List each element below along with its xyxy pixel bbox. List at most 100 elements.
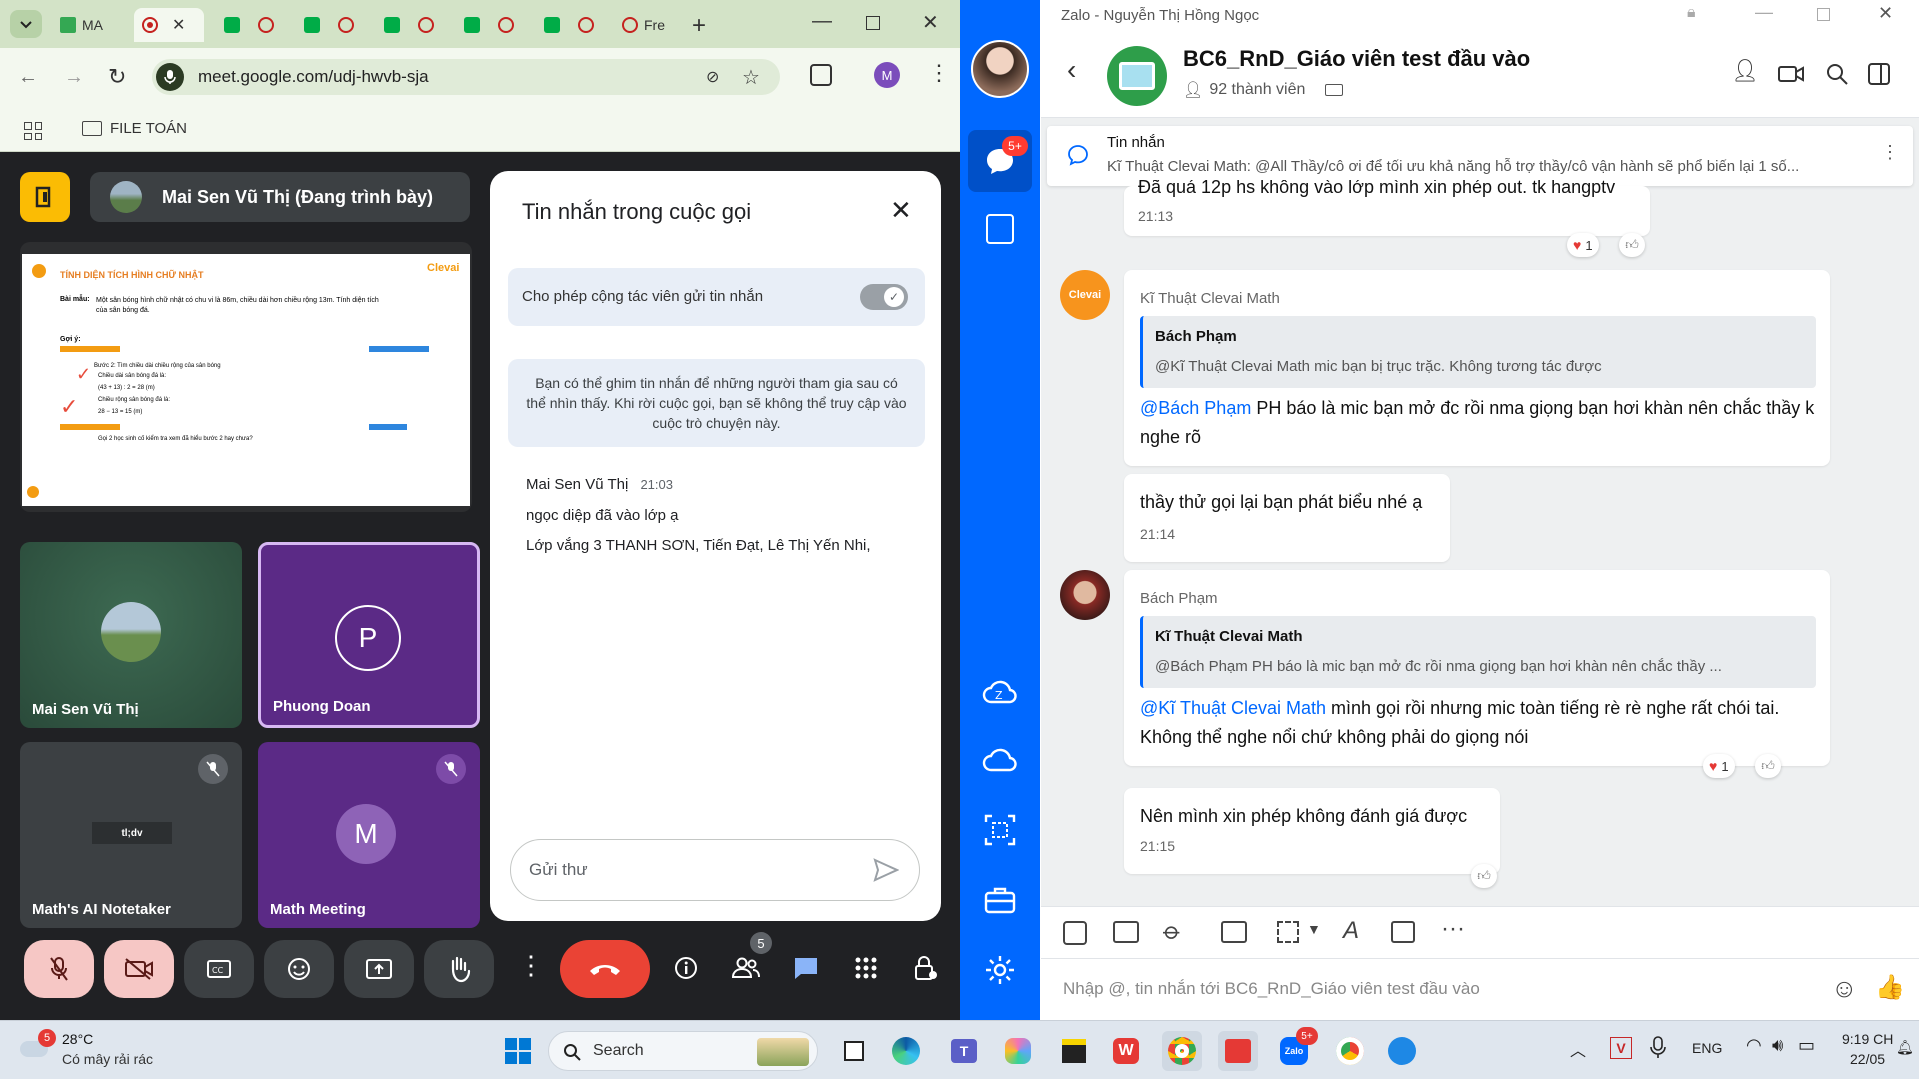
heart-reaction[interactable]: ♥ 1 [1703,754,1735,778]
language-indicator[interactable]: ENG [1692,1040,1722,1056]
contact-card-icon[interactable] [1221,921,1247,943]
participant-tile[interactable]: P Phuong Doan [258,542,480,728]
mic-toggle-button[interactable] [24,940,94,998]
screenshot-icon[interactable] [984,814,1016,846]
close-chat-button[interactable]: ✕ [890,195,912,226]
member-count[interactable]: 👤︎ 92 thành viên [1183,80,1344,100]
participant-tile[interactable]: Mai Sen Vũ Thị [20,542,242,728]
like-button[interactable]: 👍︎ [1619,233,1645,257]
briefcase-icon[interactable] [984,886,1016,914]
chevron-down-icon[interactable]: ▼ [1307,921,1321,937]
reload-button[interactable]: ↻ [108,64,126,90]
camera-toggle-button[interactable] [104,940,174,998]
copilot-app[interactable] [998,1031,1038,1071]
chat-button[interactable] [786,948,826,988]
lock-icon[interactable]: 🔒︎ [1687,4,1696,22]
emoji-icon[interactable]: ☺ [1831,973,1858,1004]
vpn-tray-icon[interactable]: V [1610,1037,1632,1059]
maximize-button[interactable] [866,16,880,30]
close-window-button[interactable]: ✕ [1878,3,1893,24]
message-bubble[interactable]: Bách Phạm Kĩ Thuật Clevai Math @Bách Phạ… [1124,570,1830,766]
edge-app[interactable] [886,1031,926,1071]
captions-button[interactable]: CC [184,940,254,998]
tab-meet-4[interactable] [456,8,526,42]
profile-avatar[interactable]: M [874,62,900,88]
raise-hand-button[interactable] [424,940,494,998]
maximize-button[interactable] [1817,8,1830,21]
microphone-icon[interactable] [1650,1036,1666,1060]
chrome-app[interactable] [1162,1031,1202,1071]
wps-app[interactable]: W [1106,1031,1146,1071]
bookmark-folder[interactable]: FILE TOÁN [82,120,187,137]
tag-icon[interactable] [1325,84,1344,96]
back-button[interactable]: ← [18,66,38,89]
video-call-icon[interactable] [1777,64,1805,84]
settings-gear-icon[interactable] [984,954,1016,986]
forward-button[interactable]: → [64,66,84,89]
image-icon[interactable] [1113,921,1139,943]
tab-free[interactable]: Fre [614,8,684,42]
search-icon[interactable] [1825,62,1849,86]
back-button[interactable]: ‹ [1067,54,1076,86]
tab-meet-2[interactable] [296,8,366,42]
tab-sheets[interactable]: MA [52,8,122,42]
sender-avatar[interactable] [1060,570,1110,620]
eye-off-icon[interactable]: ⊘ [706,67,719,87]
message-bubble[interactable]: thầy thử gọi lại bạn phát biểu nhé ạ 21:… [1124,474,1450,562]
close-tab-icon[interactable]: ✕ [172,15,185,35]
clock-date[interactable]: 22/05 [1850,1051,1885,1067]
message-bubble[interactable]: Nên mình xin phép không đánh giá được 21… [1124,788,1500,874]
battery-icon[interactable]: ▭ [1798,1035,1815,1056]
notification-bell-icon[interactable]: 🔔︎ [1896,1039,1914,1056]
people-button[interactable] [726,948,766,988]
heart-reaction[interactable]: ♥ 1 [1567,233,1599,257]
screenshot-icon[interactable] [1277,921,1299,943]
more-options-icon[interactable]: ⋮ [518,950,544,981]
more-icon[interactable]: ··· [1441,915,1465,943]
chevron-up-icon[interactable]: ︿ [1570,1037,1586,1061]
meeting-info-button[interactable] [666,948,706,988]
site-info-icon[interactable] [156,63,184,91]
tab-meet-3[interactable] [376,8,446,42]
tab-meet-5[interactable] [536,8,606,42]
add-member-icon[interactable]: 👤︎ [1731,58,1759,84]
quick-message-icon[interactable] [1391,921,1415,943]
more-icon[interactable]: ⋮ [1881,142,1899,163]
message-bubble[interactable]: Đã quá 12p hs không vào lớp mình xin phé… [1124,180,1650,236]
task-view-button[interactable] [834,1031,874,1071]
reactions-button[interactable] [264,940,334,998]
teams-app[interactable]: T [944,1031,984,1071]
new-tab-button[interactable]: + [692,12,706,40]
wifi-icon[interactable]: ◠ [1746,1035,1762,1056]
present-button[interactable] [344,940,414,998]
taskbar-search[interactable]: Search [548,1031,818,1071]
tab-search-button[interactable] [10,10,42,38]
clock-time[interactable]: 9:19 CH [1842,1031,1893,1047]
thumbs-up-send-icon[interactable]: 👍 [1875,973,1905,1002]
messenger-app[interactable] [1382,1031,1422,1071]
message-input[interactable]: Nhập @, tin nhắn tới BC6_RnD_Giáo viên t… [1063,979,1480,999]
quoted-message[interactable]: Bách Phạm @Kĩ Thuật Clevai Math mic bạn … [1140,316,1816,388]
messages-nav[interactable]: 5+ [968,130,1032,192]
sticky-notes-app[interactable] [1054,1031,1094,1071]
pinned-message[interactable]: Tin nhắn Kĩ Thuật Clevai Math: @All Thầy… [1047,126,1913,186]
menu-icon[interactable]: ⋮ [928,60,950,86]
url-text[interactable]: meet.google.com/udj-hwvb-sja [198,67,429,87]
activities-button[interactable] [846,948,886,988]
weather-widget[interactable]: 5 [20,1029,56,1063]
group-avatar[interactable] [1107,46,1167,106]
leave-call-button[interactable] [560,940,650,998]
sender-avatar[interactable]: Clevai [1060,270,1110,320]
contacts-icon[interactable] [986,214,1014,244]
like-button[interactable]: 👍︎ [1471,864,1497,888]
quoted-message[interactable]: Kĩ Thuật Clevai Math @Bách Phạm PH báo l… [1140,616,1816,688]
star-icon[interactable]: ☆ [742,65,760,90]
like-button[interactable]: 👍︎ [1755,754,1781,778]
allow-messages-toggle[interactable]: ✓ [860,284,908,310]
zalo-app[interactable]: Zalo 5+ [1274,1027,1318,1071]
participant-tile[interactable]: M Math Meeting [258,742,480,928]
volume-icon[interactable]: 🔊︎ [1772,1035,1783,1056]
sticker-icon[interactable] [1063,921,1087,945]
minimize-button[interactable]: — [812,10,832,33]
attachment-icon[interactable]: ⌀ [1157,916,1188,947]
